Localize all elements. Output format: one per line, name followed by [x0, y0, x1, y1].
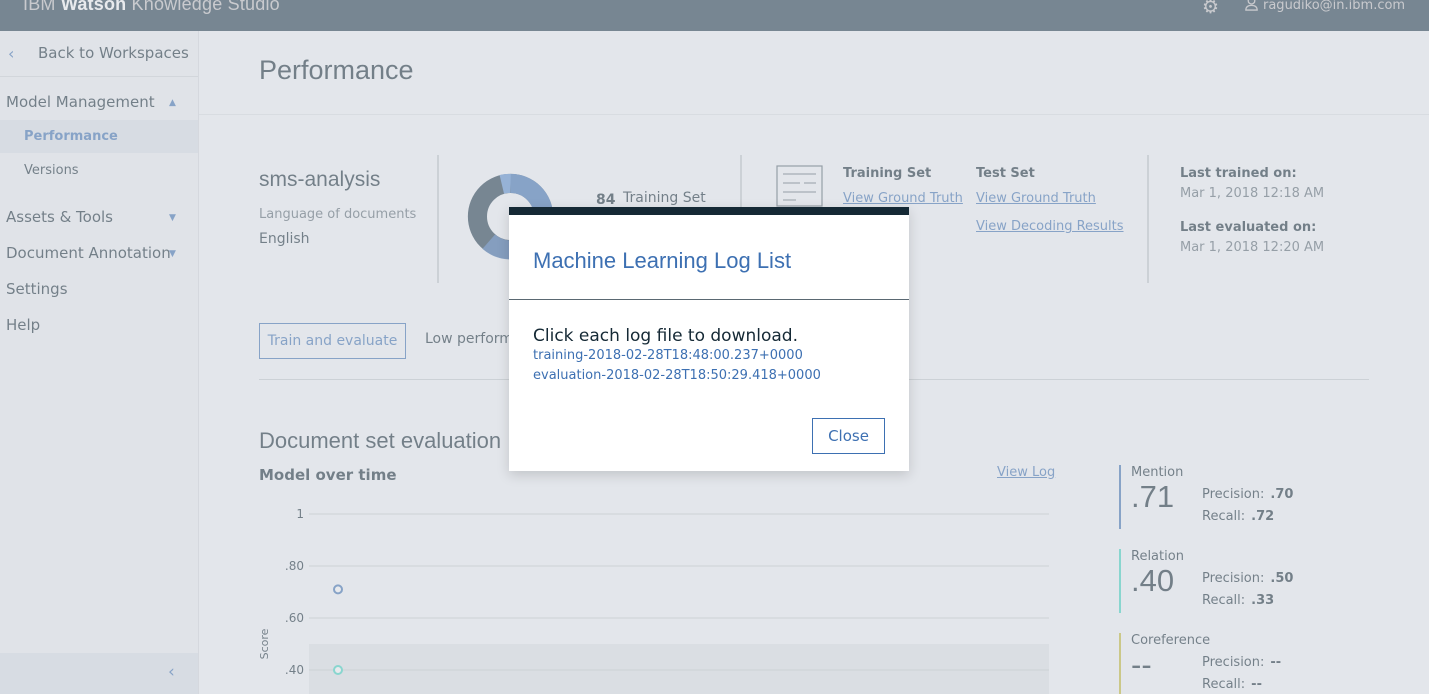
- modal-title: Machine Learning Log List: [533, 248, 792, 273]
- log-file-link[interactable]: evaluation-2018-02-28T18:50:29.418+0000: [533, 368, 821, 383]
- log-file-link[interactable]: training-2018-02-28T18:48:00.237+0000: [533, 348, 803, 363]
- modal-instruction: Click each log file to download.: [533, 326, 799, 346]
- log-list-modal: Machine Learning Log List Click each log…: [509, 207, 909, 471]
- modal-divider: [509, 299, 909, 300]
- close-button[interactable]: Close: [812, 418, 885, 454]
